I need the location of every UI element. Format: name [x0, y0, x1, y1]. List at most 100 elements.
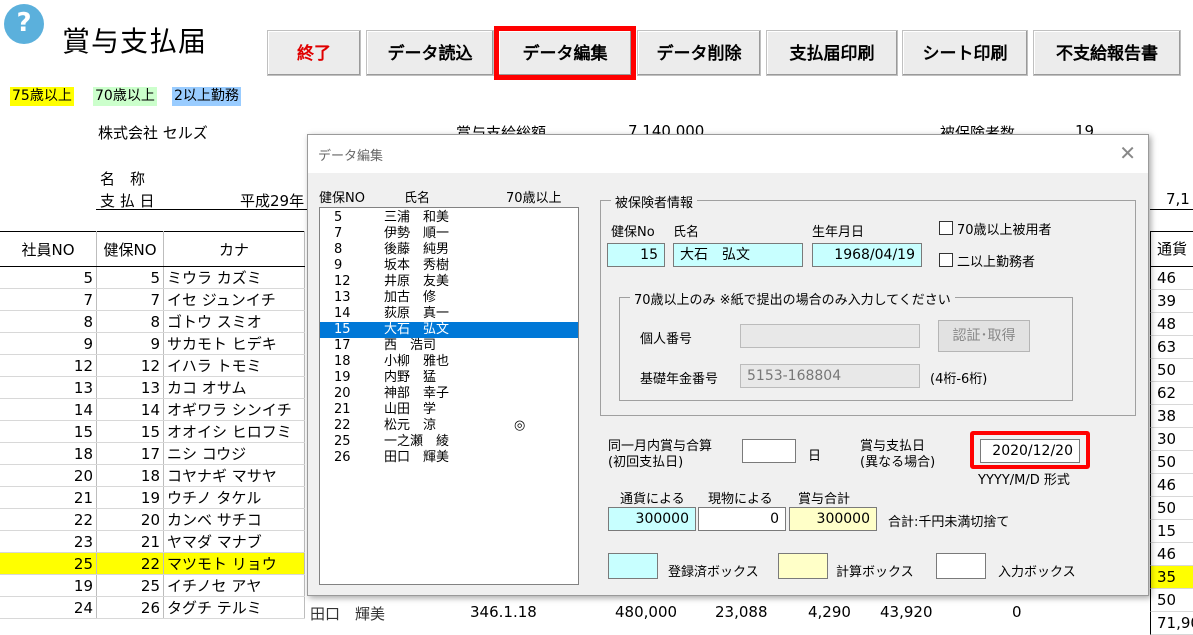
cell-emp[interactable]: 24	[0, 596, 97, 619]
data-edit-button[interactable]: データ編集	[494, 26, 636, 80]
multi-work-checkbox[interactable]	[939, 253, 953, 267]
list-item[interactable]: 25 一之瀬 綾	[320, 434, 578, 450]
cell-currency[interactable]: 71,904	[1150, 612, 1193, 635]
same-month-day-field[interactable]	[742, 439, 796, 463]
cell-kana[interactable]: ミウラ カズミ	[163, 266, 305, 289]
cell-emp[interactable]: 22	[0, 508, 97, 531]
cell-emp[interactable]: 20	[0, 464, 97, 487]
cell-kana[interactable]: コヤナギ マサヤ	[163, 464, 305, 487]
cell-emp[interactable]: 13	[0, 376, 97, 399]
cell-kana[interactable]: オギワラ シンイチ	[163, 398, 305, 421]
cell-kana[interactable]: ウチノ タケル	[163, 486, 305, 509]
nonpayment-report-button[interactable]: 不支給報告書	[1033, 30, 1181, 76]
cell-kana[interactable]: イハラ トモミ	[163, 354, 305, 377]
cell-currency[interactable]: 35	[1150, 566, 1193, 589]
cell-emp[interactable]: 5	[0, 266, 97, 289]
insured-listbox[interactable]: 5 三浦 和美 7 伊勢 順一 8 後藤 純男 9 坂本 秀樹 12 井原 友美 13 加古 修 14 荻…	[319, 207, 579, 585]
cell-kana[interactable]: ヤマダ マナブ	[163, 530, 305, 553]
cell-emp[interactable]: 12	[0, 354, 97, 377]
cell-kana[interactable]: イセ ジュンイチ	[163, 288, 305, 311]
cell-emp[interactable]: 18	[0, 442, 97, 465]
data-load-button[interactable]: データ読込	[366, 30, 494, 76]
list-item[interactable]: 15 大石 弘文	[320, 322, 578, 338]
cell-currency[interactable]: 39	[1150, 290, 1193, 313]
list-item-name: 小柳 雅也	[384, 354, 450, 369]
data-delete-button[interactable]: データ削除	[637, 30, 761, 76]
list-item[interactable]: 21 山田 学	[320, 402, 578, 418]
cell-currency[interactable]: 48	[1150, 313, 1193, 336]
cell-kana[interactable]: イチノセ アヤ	[163, 574, 305, 597]
list-item[interactable]: 5 三浦 和美	[320, 210, 578, 226]
cell-ins[interactable]: 15	[96, 420, 164, 443]
cell-ins[interactable]: 20	[96, 508, 164, 531]
cell-kana[interactable]: オオイシ ヒロフミ	[163, 420, 305, 443]
cell-ins[interactable]: 8	[96, 310, 164, 333]
cell-ins[interactable]: 26	[96, 596, 164, 619]
cell-currency[interactable]: 50	[1150, 451, 1193, 474]
cell-kana[interactable]: サカモト ヒデキ	[163, 332, 305, 355]
cell-emp[interactable]: 7	[0, 288, 97, 311]
cell-currency[interactable]: 63	[1150, 336, 1193, 359]
kind-amount-field[interactable]: 0	[698, 507, 786, 531]
cell-currency[interactable]: 50	[1150, 589, 1193, 612]
auth-button[interactable]: 認証･取得	[938, 320, 1030, 352]
cell-kana[interactable]: カコ オサム	[163, 376, 305, 399]
cell-ins[interactable]: 13	[96, 376, 164, 399]
cell-emp[interactable]: 21	[0, 486, 97, 509]
cell-emp[interactable]: 19	[0, 574, 97, 597]
cell-kana[interactable]: タグチ テルミ	[163, 596, 305, 619]
cell-currency[interactable]: 46	[1150, 267, 1193, 290]
cell-ins[interactable]: 19	[96, 486, 164, 509]
list-item[interactable]: 20 神部 幸子	[320, 386, 578, 402]
cell-emp[interactable]: 9	[0, 332, 97, 355]
age70-checkbox[interactable]	[939, 221, 953, 235]
cell-currency[interactable]: 30	[1150, 428, 1193, 451]
list-item[interactable]: 18 小柳 雅也	[320, 354, 578, 370]
cell-ins[interactable]: 14	[96, 398, 164, 421]
cell-ins[interactable]: 5	[96, 266, 164, 289]
list-item[interactable]: 9 坂本 秀樹	[320, 258, 578, 274]
cell-currency[interactable]: 50	[1150, 359, 1193, 382]
cell-ins[interactable]: 12	[96, 354, 164, 377]
personal-no-field[interactable]	[740, 324, 920, 348]
list-item[interactable]: 13 加古 修	[320, 290, 578, 306]
sheet-print-button[interactable]: シート印刷	[902, 30, 1028, 76]
cell-currency[interactable]: 46	[1150, 474, 1193, 497]
cell-ins[interactable]: 7	[96, 288, 164, 311]
cell-currency[interactable]: 50	[1150, 497, 1193, 520]
cell-kana[interactable]: ニシ コウジ	[163, 442, 305, 465]
cell-currency[interactable]: 46	[1150, 543, 1193, 566]
cell-emp[interactable]: 8	[0, 310, 97, 333]
pension-no-field[interactable]: 5153-168804	[740, 364, 920, 388]
cell-emp[interactable]: 15	[0, 420, 97, 443]
list-item[interactable]: 7 伊勢 順一	[320, 226, 578, 242]
list-item[interactable]: 8 後藤 純男	[320, 242, 578, 258]
exit-button[interactable]: 終了	[267, 30, 361, 76]
divider	[1150, 209, 1193, 210]
list-item[interactable]: 12 井原 友美	[320, 274, 578, 290]
cell-currency[interactable]: 38	[1150, 405, 1193, 428]
cell-kana[interactable]: ゴトウ スミオ	[163, 310, 305, 333]
cell-ins[interactable]: 18	[96, 464, 164, 487]
cell-ins[interactable]: 17	[96, 442, 164, 465]
list-item[interactable]: 19 内野 猛	[320, 370, 578, 386]
cell-ins[interactable]: 25	[96, 574, 164, 597]
list-item[interactable]: 22 松元 涼 ◎	[320, 418, 578, 434]
cell-kana[interactable]: マツモト リョウ	[163, 552, 305, 575]
list-item[interactable]: 14 荻原 真一	[320, 306, 578, 322]
cell-kana[interactable]: カンベ サチコ	[163, 508, 305, 531]
help-icon[interactable]: ?	[4, 4, 44, 44]
payment-print-button[interactable]: 支払届印刷	[766, 30, 898, 76]
cell-ins[interactable]: 22	[96, 552, 164, 575]
cell-emp[interactable]: 14	[0, 398, 97, 421]
cell-ins[interactable]: 21	[96, 530, 164, 553]
list-item[interactable]: 26 田口 輝美	[320, 450, 578, 466]
pay-date-highlight	[970, 431, 1090, 469]
cell-currency[interactable]: 15	[1150, 520, 1193, 543]
cell-currency[interactable]: 62	[1150, 382, 1193, 405]
close-icon[interactable]: ✕	[1119, 141, 1136, 165]
cell-ins[interactable]: 9	[96, 332, 164, 355]
list-item[interactable]: 17 西 浩司	[320, 338, 578, 354]
cell-emp[interactable]: 25	[0, 552, 97, 575]
cell-emp[interactable]: 23	[0, 530, 97, 553]
